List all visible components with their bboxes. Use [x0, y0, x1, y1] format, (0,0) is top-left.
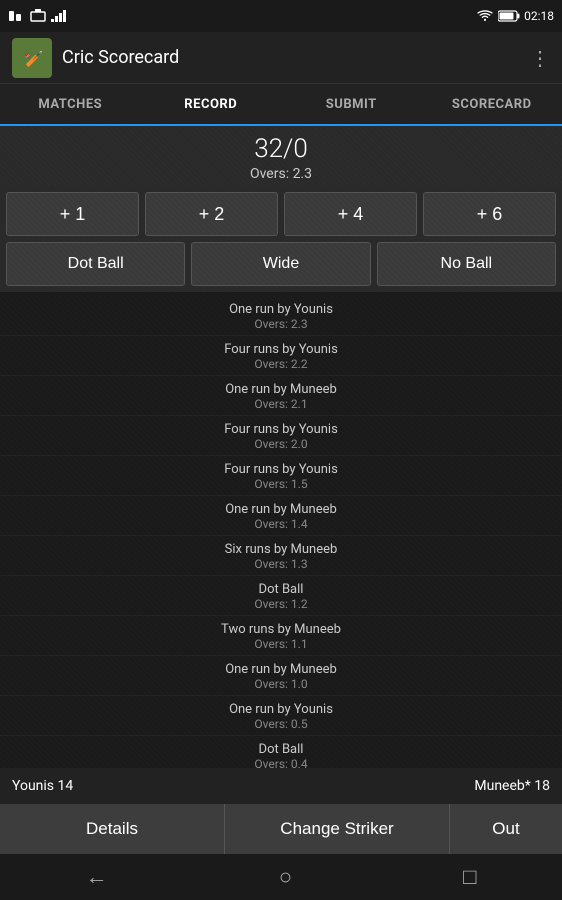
event-overs: Overs: 2.2: [0, 357, 562, 371]
cricket-logo-icon: 🏏: [18, 44, 46, 72]
battery-icon: [498, 10, 520, 22]
list-item: Six runs by Muneeb Overs: 1.3: [0, 536, 562, 576]
event-description: Six runs by Muneeb: [0, 542, 562, 557]
event-description: One run by Muneeb: [0, 382, 562, 397]
list-item: Four runs by Younis Overs: 2.2: [0, 336, 562, 376]
event-overs: Overs: 1.0: [0, 677, 562, 691]
event-description: Four runs by Younis: [0, 462, 562, 477]
tab-matches[interactable]: MATCHES: [0, 84, 141, 124]
run-buttons-row: + 1 + 2 + 4 + 6: [0, 186, 562, 242]
app-menu-icon[interactable]: ⋮: [530, 46, 550, 70]
back-icon[interactable]: ←: [86, 864, 108, 890]
event-description: Four runs by Younis: [0, 422, 562, 437]
list-item: Four runs by Younis Overs: 1.5: [0, 456, 562, 496]
change-striker-button[interactable]: Change Striker: [225, 804, 450, 854]
list-item: Two runs by Muneeb Overs: 1.1: [0, 616, 562, 656]
app-title: Cric Scorecard: [62, 47, 179, 68]
wifi-icon: [476, 9, 494, 23]
signal-icon: [50, 9, 68, 23]
event-overs: Overs: 0.5: [0, 717, 562, 731]
app-bar: 🏏 Cric Scorecard ⋮: [0, 32, 562, 84]
wide-button[interactable]: Wide: [191, 242, 370, 286]
player2-score: Muneeb* 18: [474, 778, 550, 794]
event-description: One run by Younis: [0, 702, 562, 717]
app-bar-left: 🏏 Cric Scorecard: [12, 38, 179, 78]
score-display: 32/0: [0, 134, 562, 164]
status-bar: 02:18: [0, 0, 562, 32]
time-display: 02:18: [524, 9, 554, 23]
event-description: One run by Younis: [0, 302, 562, 317]
app-icon-2: [30, 9, 46, 23]
recent-apps-icon[interactable]: □: [463, 864, 476, 890]
run-button-2[interactable]: + 2: [145, 192, 278, 236]
list-item: One run by Muneeb Overs: 2.1: [0, 376, 562, 416]
app-icon-1: [8, 9, 26, 23]
special-buttons-row: Dot Ball Wide No Ball: [0, 242, 562, 292]
event-overs: Overs: 2.0: [0, 437, 562, 451]
app-logo: 🏏: [12, 38, 52, 78]
tab-record[interactable]: RECORD: [141, 84, 282, 124]
list-item: Dot Ball Overs: 0.4: [0, 736, 562, 768]
event-description: One run by Muneeb: [0, 662, 562, 677]
event-description: Two runs by Muneeb: [0, 622, 562, 637]
nav-bar: ← ○ □: [0, 854, 562, 900]
list-item: One run by Younis Overs: 2.3: [0, 296, 562, 336]
overs-display: Overs: 2.3: [0, 166, 562, 182]
list-item: One run by Younis Overs: 0.5: [0, 696, 562, 736]
event-overs: Overs: 1.2: [0, 597, 562, 611]
bottom-score-bar: Younis 14 Muneeb* 18: [0, 768, 562, 804]
tab-submit[interactable]: SUBMIT: [281, 84, 422, 124]
event-description: Four runs by Younis: [0, 342, 562, 357]
no-ball-button[interactable]: No Ball: [377, 242, 556, 286]
event-overs: Overs: 2.1: [0, 397, 562, 411]
event-description: Dot Ball: [0, 582, 562, 597]
out-button[interactable]: Out: [450, 804, 562, 854]
home-icon[interactable]: ○: [279, 864, 292, 890]
tab-scorecard[interactable]: SCORECARD: [422, 84, 562, 124]
event-overs: Overs: 1.3: [0, 557, 562, 571]
svg-text:🏏: 🏏: [24, 49, 44, 68]
run-button-1[interactable]: + 1: [6, 192, 139, 236]
status-bar-right: 02:18: [476, 9, 554, 23]
event-overs: Overs: 1.5: [0, 477, 562, 491]
event-overs: Overs: 1.1: [0, 637, 562, 651]
list-item: Four runs by Younis Overs: 2.0: [0, 416, 562, 456]
event-overs: Overs: 1.4: [0, 517, 562, 531]
score-section: 32/0 Overs: 2.3: [0, 126, 562, 186]
event-overs: Overs: 0.4: [0, 757, 562, 768]
event-overs: Overs: 2.3: [0, 317, 562, 331]
action-bar: Details Change Striker Out: [0, 804, 562, 854]
run-button-4[interactable]: + 4: [284, 192, 417, 236]
details-button[interactable]: Details: [0, 804, 225, 854]
tab-bar: MATCHES RECORD SUBMIT SCORECARD: [0, 84, 562, 126]
dot-ball-button[interactable]: Dot Ball: [6, 242, 185, 286]
event-description: One run by Muneeb: [0, 502, 562, 517]
run-button-6[interactable]: + 6: [423, 192, 556, 236]
event-description: Dot Ball: [0, 742, 562, 757]
status-bar-left: [8, 9, 68, 23]
events-list: One run by Younis Overs: 2.3 Four runs b…: [0, 292, 562, 768]
list-item: One run by Muneeb Overs: 1.4: [0, 496, 562, 536]
events-container: One run by Younis Overs: 2.3 Four runs b…: [0, 292, 562, 768]
list-item: Dot Ball Overs: 1.2: [0, 576, 562, 616]
list-item: One run by Muneeb Overs: 1.0: [0, 656, 562, 696]
player1-score: Younis 14: [12, 778, 73, 794]
